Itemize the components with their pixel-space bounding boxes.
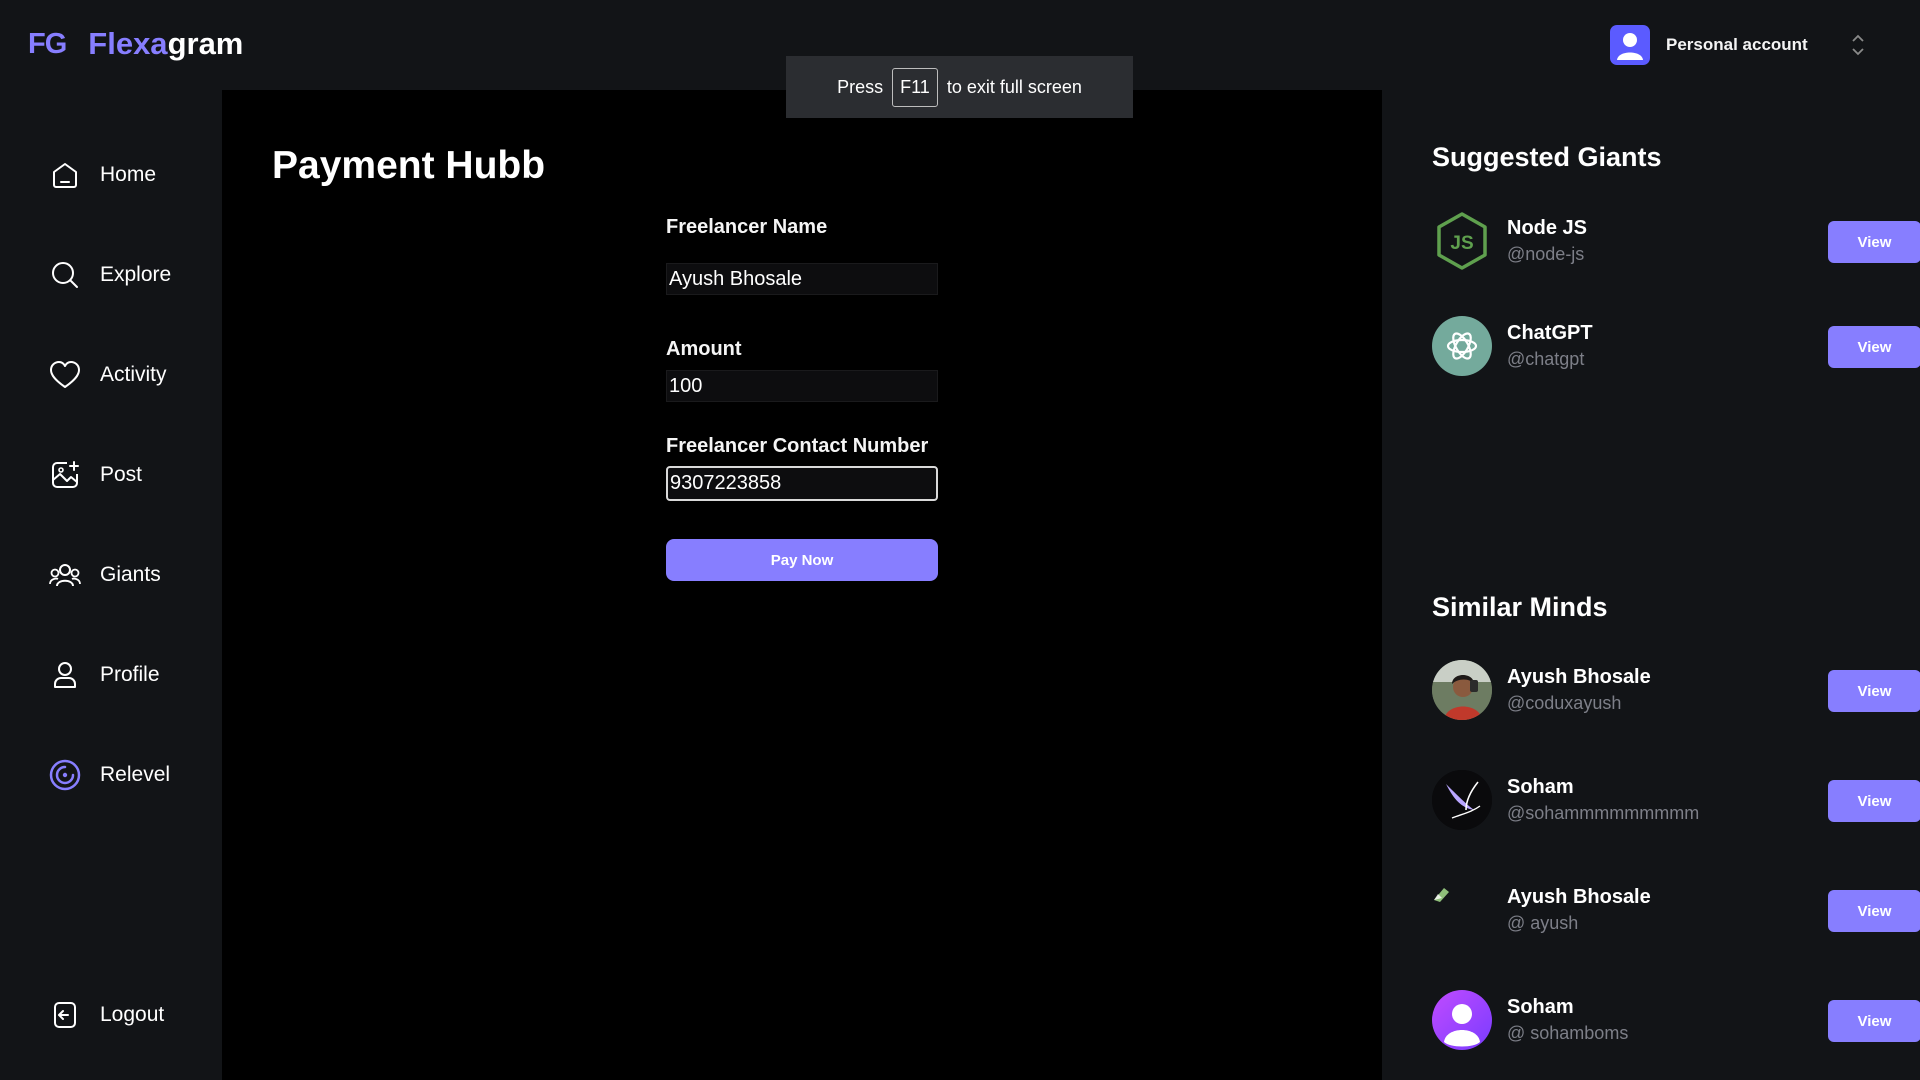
page-title: Payment Hubb — [272, 144, 546, 187]
nodejs-logo: JS — [1432, 211, 1492, 271]
home-icon — [48, 158, 82, 192]
sidebar-item-home[interactable]: Home — [48, 155, 156, 195]
sidebar-item-label: Post — [100, 463, 143, 486]
logout-label: Logout — [100, 1003, 165, 1026]
sidebar-item-label: Home — [100, 163, 157, 186]
account-label: Personal account — [1666, 35, 1808, 54]
sidebar-item-label: Profile — [100, 663, 160, 686]
search-icon — [48, 258, 82, 292]
photo-avatar — [1432, 660, 1492, 720]
similar-name: Ayush Bhosale — [1507, 666, 1651, 688]
similar-minds-title: Similar Minds — [1432, 592, 1608, 622]
chatgpt-logo — [1432, 316, 1492, 376]
sidebar-item-label: Giants — [100, 563, 161, 586]
freelancer-name-input[interactable] — [666, 263, 938, 295]
sidebar: Home Explore Activity Post Giants Profil… — [0, 90, 222, 1080]
relevel-icon — [48, 758, 82, 792]
similar-handle: @sohammmmmmmmm — [1507, 803, 1700, 823]
view-button[interactable]: View — [1828, 221, 1920, 263]
app-logo[interactable]: FG Flexagram — [28, 26, 243, 62]
sidebar-item-relevel[interactable]: Relevel — [48, 755, 170, 795]
similar-handle: @ ayush — [1507, 913, 1579, 933]
amount-label: Amount — [666, 338, 742, 360]
heart-icon — [48, 358, 82, 392]
similar-name: Ayush Bhosale — [1507, 886, 1651, 908]
similar-name: Soham — [1507, 776, 1574, 798]
pay-now-button[interactable]: Pay Now — [666, 539, 938, 581]
logout-icon — [48, 998, 82, 1032]
contact-number-input[interactable] — [666, 466, 938, 501]
amount-input[interactable] — [666, 370, 938, 402]
similar-item: Soham @sohammmmmmmmm View — [1432, 770, 1920, 832]
logout-button[interactable]: Logout — [48, 995, 164, 1035]
default-user-avatar — [1432, 990, 1492, 1050]
similar-item: Ayush Bhosale @coduxayush View — [1432, 660, 1920, 722]
account-switcher[interactable]: Personal account — [1610, 25, 1864, 65]
sidebar-item-post[interactable]: Post — [48, 455, 142, 495]
svg-text:JS: JS — [1450, 233, 1473, 254]
user-icon — [48, 658, 82, 692]
view-button[interactable]: View — [1828, 1000, 1920, 1042]
sidebar-item-label: Relevel — [100, 763, 171, 786]
sidebar-item-explore[interactable]: Explore — [48, 255, 171, 295]
toast-prefix: Press — [837, 76, 884, 97]
broken-image-icon — [1432, 880, 1492, 940]
contact-number-label: Freelancer Contact Number — [666, 435, 929, 457]
suggested-item: ChatGPT @chatgpt View — [1432, 316, 1920, 378]
suggested-giants-title: Suggested Giants — [1432, 142, 1662, 172]
sidebar-item-activity[interactable]: Activity — [48, 355, 167, 395]
sidebar-item-label: Activity — [100, 363, 167, 386]
toast-suffix: to exit full screen — [946, 76, 1082, 97]
main-panel: Payment Hubb Freelancer Name Amount Free… — [222, 90, 1382, 1080]
people-icon — [48, 558, 82, 592]
similar-handle: @coduxayush — [1507, 693, 1622, 713]
payment-form: Freelancer Name Amount Freelancer Contac… — [666, 216, 938, 581]
view-button[interactable]: View — [1828, 670, 1920, 712]
toast-key: F11 — [892, 67, 938, 107]
chevron-up-down-icon[interactable] — [1850, 31, 1866, 59]
user-avatar-icon — [1617, 33, 1643, 60]
logo-mark: FG — [28, 27, 67, 60]
similar-handle: @ sohamboms — [1507, 1023, 1629, 1043]
suggested-handle: @node-js — [1507, 244, 1585, 264]
suggested-handle: @chatgpt — [1507, 349, 1585, 369]
sidebar-item-giants[interactable]: Giants — [48, 555, 161, 595]
similar-name: Soham — [1507, 996, 1574, 1018]
suggested-item: JS Node JS @node-js View — [1432, 211, 1920, 273]
sidebar-item-profile[interactable]: Profile — [48, 655, 160, 695]
sidebar-item-label: Explore — [100, 263, 172, 286]
fullscreen-toast: Press F11 to exit full screen — [786, 56, 1133, 118]
account-avatar — [1610, 25, 1650, 65]
similar-item: Ayush Bhosale @ ayush View — [1432, 880, 1920, 942]
app-name: Flexagram — [88, 26, 244, 61]
image-plus-icon — [48, 458, 82, 492]
right-panel: Suggested Giants JS Node JS @node-js Vie… — [1382, 90, 1920, 1080]
suggested-name: ChatGPT — [1507, 322, 1593, 344]
bird-avatar — [1432, 770, 1492, 830]
view-button[interactable]: View — [1828, 780, 1920, 822]
suggested-name: Node JS — [1507, 217, 1588, 239]
view-button[interactable]: View — [1828, 326, 1920, 368]
view-button[interactable]: View — [1828, 890, 1920, 932]
freelancer-name-label: Freelancer Name — [666, 216, 828, 238]
similar-item: Soham @ sohamboms View — [1432, 990, 1920, 1052]
